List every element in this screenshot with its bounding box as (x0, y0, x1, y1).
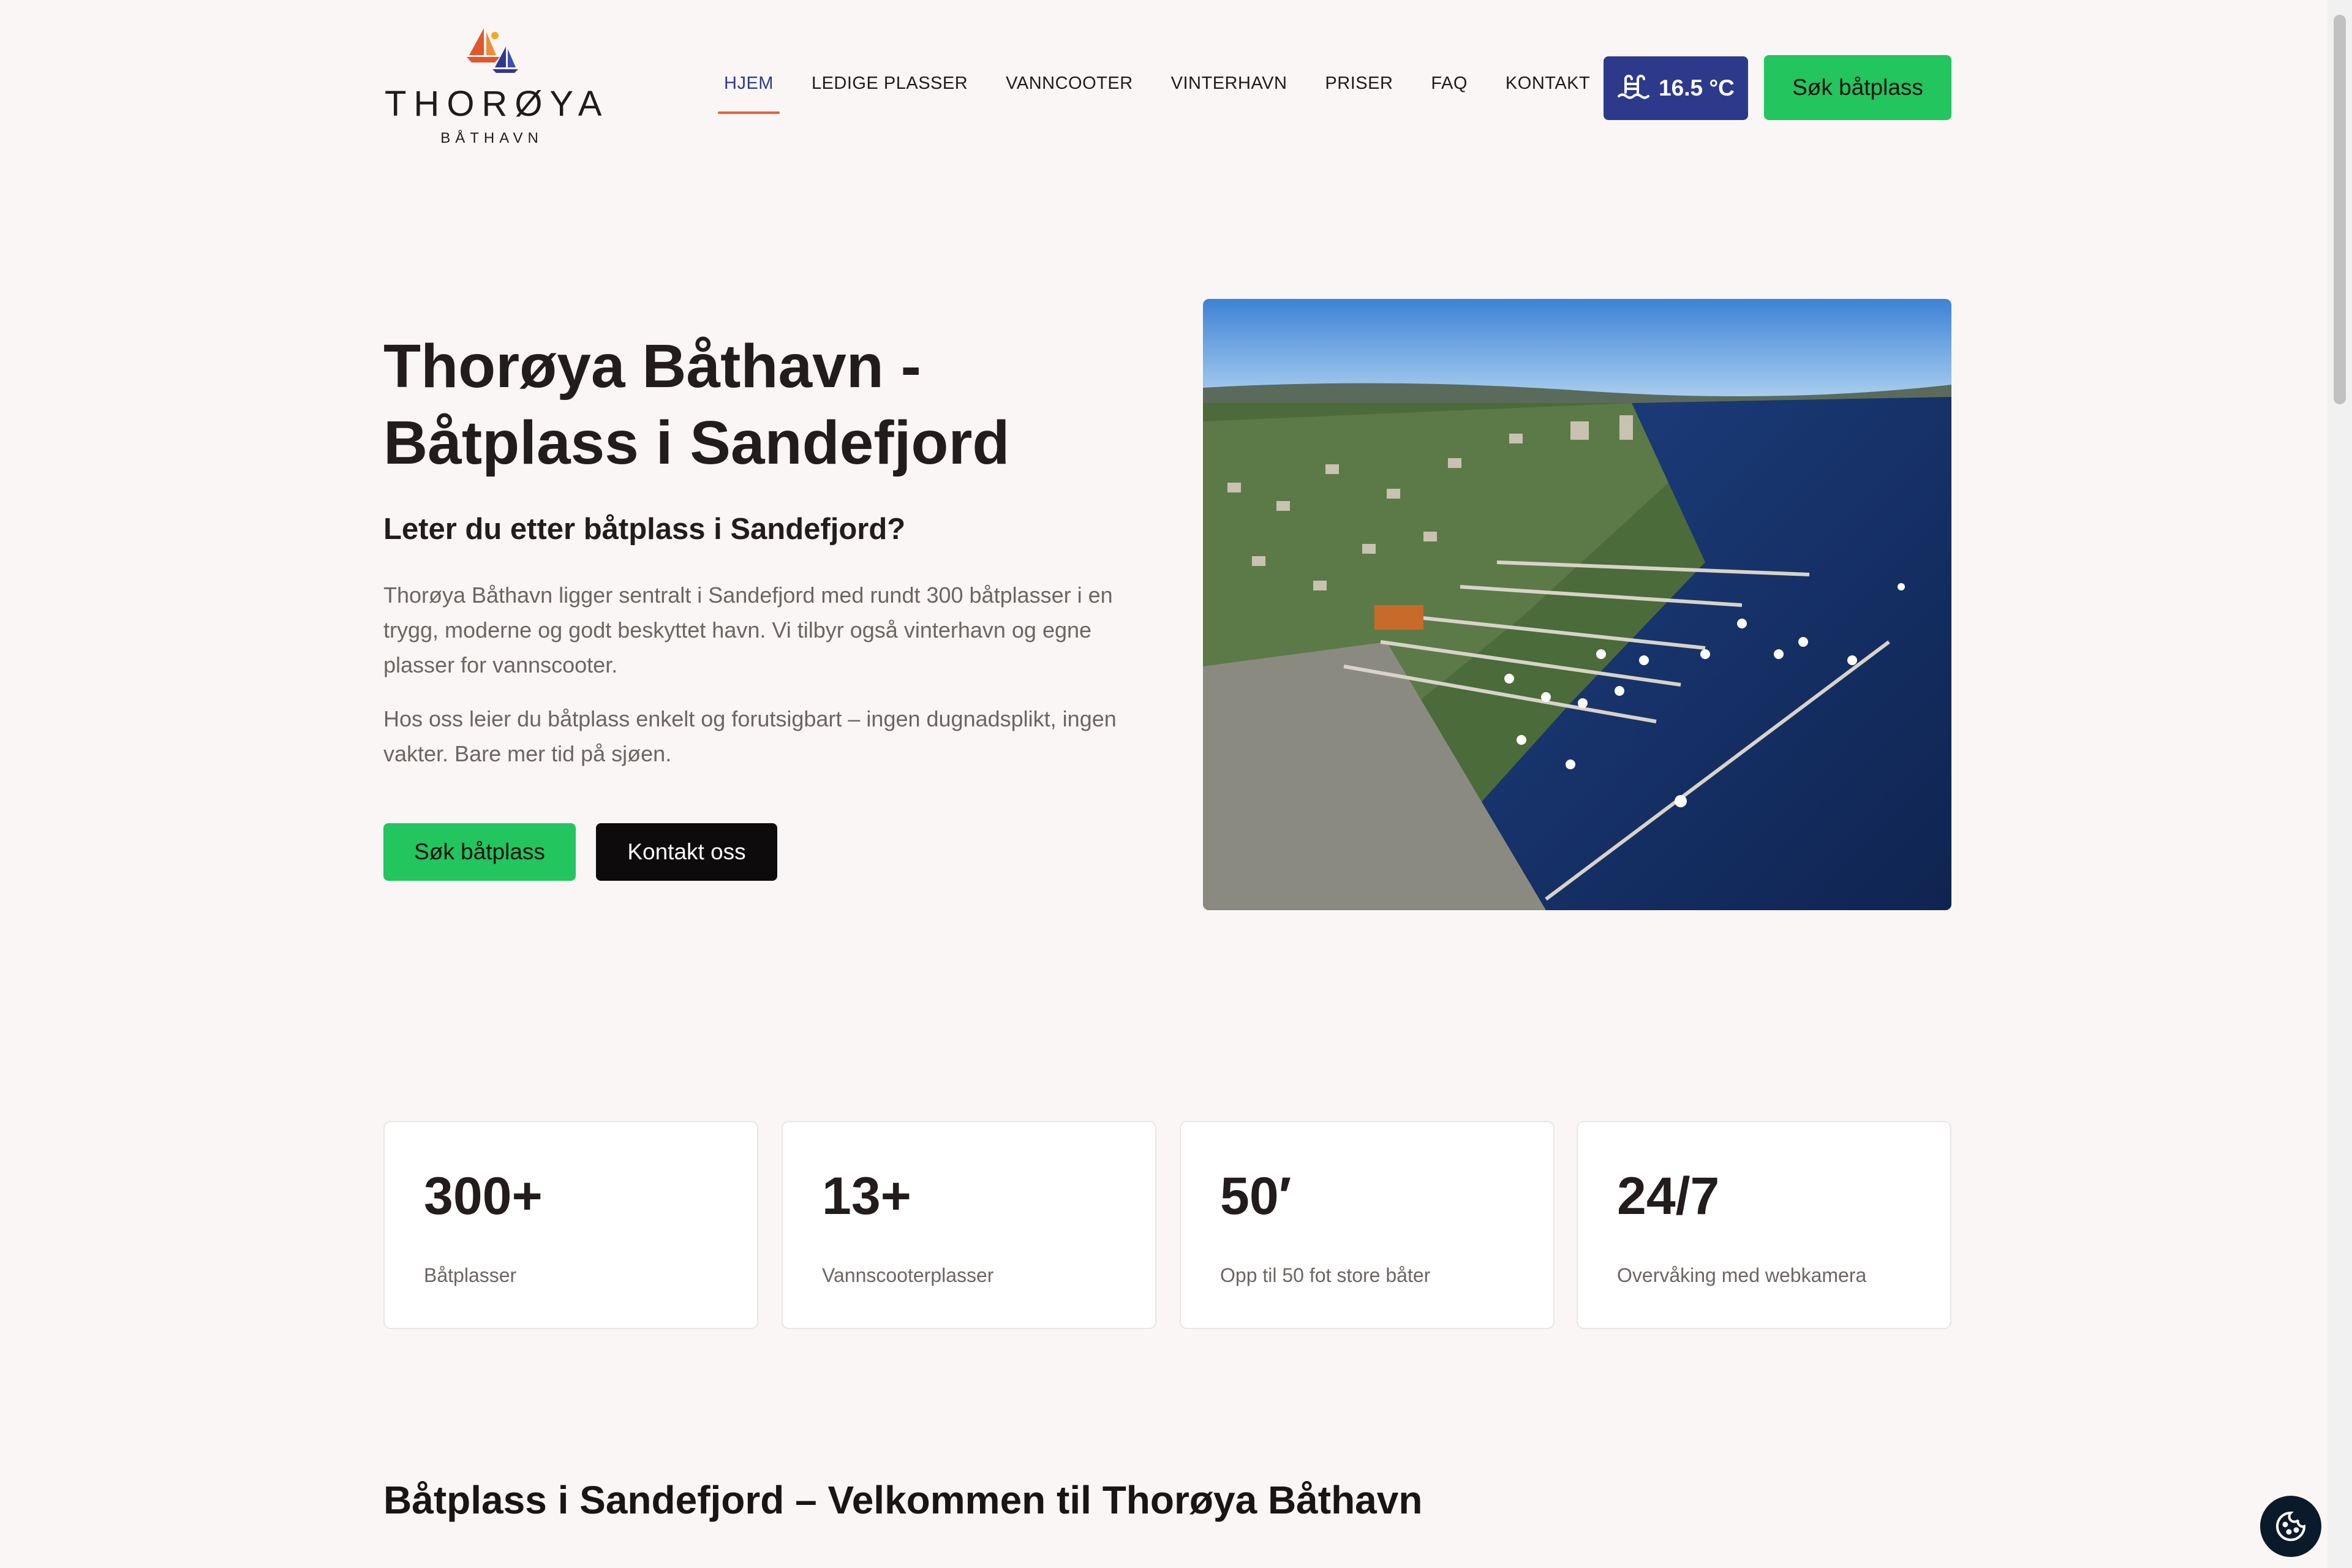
nav-item-priser[interactable]: PRISER (1319, 74, 1399, 116)
temperature-value: 16.5 °C (1659, 75, 1735, 100)
section-title: Båtplass i Sandefjord – Velkommen til Th… (383, 1478, 1423, 1522)
page-title-line1: Thorøya Båthavn - (383, 332, 921, 401)
page-title: Thorøya Båthavn - Båtplass i Sandefjord (383, 328, 1118, 481)
cookie-icon (2276, 1511, 2306, 1541)
stat-card: 13+ Vannscooterplasser (782, 1121, 1156, 1329)
page-title-line2: Båtplass i Sandefjord (383, 409, 1010, 477)
brand-name: THORØYA (385, 84, 609, 124)
site-header: THORØYA BÅTHAVN HJEM LEDIGE PLASSER VANN… (0, 0, 2328, 184)
nav-item-hjem[interactable]: HJEM (718, 74, 780, 116)
nav-item-kontakt[interactable]: KONTAKT (1499, 74, 1596, 116)
brand-subtitle: BÅTHAVN (440, 130, 543, 146)
cookie-settings-button[interactable] (2260, 1496, 2321, 1557)
brand-logo[interactable]: THORØYA BÅTHAVN (385, 27, 609, 149)
stat-value: 50′ (1220, 1167, 1292, 1226)
nav-item-vinterhavn[interactable]: VINTERHAVN (1165, 74, 1294, 116)
hero-search-berth-button[interactable]: Søk båtplass (383, 823, 576, 881)
nav-item-label: VINTERHAVN (1170, 74, 1287, 93)
nav-item-label: HJEM (724, 74, 774, 93)
water-temperature-badge[interactable]: 16.5 °C (1604, 56, 1748, 120)
hero-subtitle: Leter du etter båtplass i Sandefjord? (383, 513, 906, 546)
stat-label: Overvåking med webkamera (1617, 1264, 1867, 1286)
stat-label: Båtplasser (424, 1264, 517, 1286)
scrollbar-thumb[interactable] (2334, 15, 2346, 404)
nav-item-label: LEDIGE PLASSER (811, 74, 968, 93)
stat-card: 300+ Båtplasser (383, 1121, 758, 1329)
nav-item-label: FAQ (1431, 74, 1468, 93)
page-scrollbar[interactable] (2328, 0, 2352, 1568)
hero-paragraph-1: Thorøya Båthavn ligger sentralt i Sandef… (383, 582, 1113, 677)
sailboats-logo-icon (467, 28, 518, 73)
nav-item-ledige-plasser[interactable]: LEDIGE PLASSER (805, 74, 974, 116)
marina-aerial-photo (1203, 299, 1951, 910)
nav-item-label: KONTAKT (1505, 74, 1591, 93)
stat-label: Vannscooterplasser (822, 1264, 994, 1286)
search-berth-button[interactable]: Søk båtplass (1764, 55, 1951, 120)
stat-label: Opp til 50 fot store båter (1220, 1264, 1431, 1286)
main-nav: HJEM LEDIGE PLASSER VANNCOOTER VINTERHAV… (718, 74, 1622, 116)
nav-item-label: VANNCOOTER (1006, 74, 1133, 93)
stat-card: 50′ Opp til 50 fot store båter (1180, 1121, 1555, 1329)
contact-us-button[interactable]: Kontakt oss (596, 823, 777, 881)
swimming-water-icon (1618, 75, 1650, 99)
nav-item-faq[interactable]: FAQ (1425, 74, 1474, 116)
stat-value: 300+ (424, 1167, 543, 1226)
stat-card: 24/7 Overvåking med webkamera (1577, 1121, 1951, 1329)
stat-value: 13+ (822, 1167, 911, 1226)
stat-value: 24/7 (1617, 1167, 1720, 1226)
hero-paragraph-2: Hos oss leier du båtplass enkelt og foru… (383, 706, 1117, 766)
nav-item-vanncooter[interactable]: VANNCOOTER (1000, 74, 1139, 116)
nav-item-label: PRISER (1325, 74, 1393, 93)
